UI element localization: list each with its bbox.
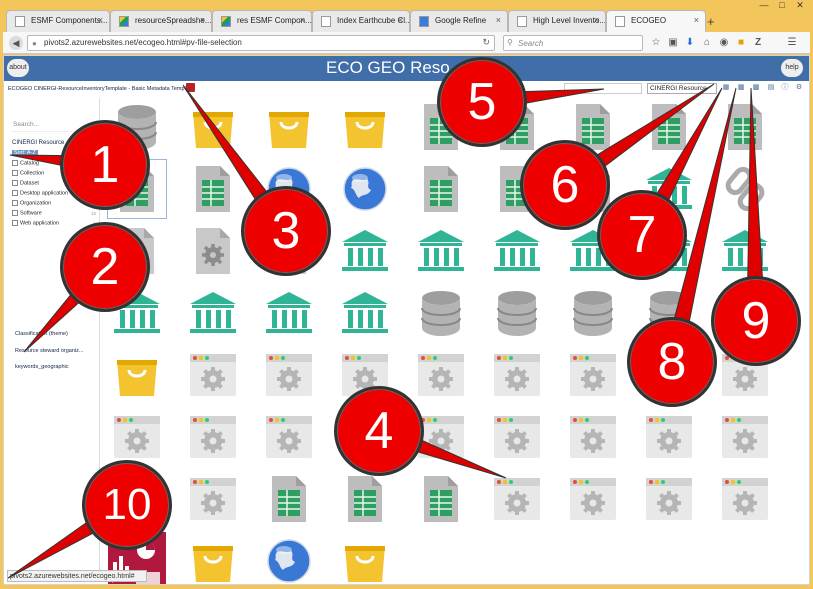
callout-1: 1 [60, 120, 150, 210]
callout-4: 4 [334, 386, 424, 476]
callout-5: 5 [437, 57, 527, 147]
callout-6: 6 [520, 140, 610, 230]
browser-window: ESMF Components... × resourceSpreadshe... ×… [0, 0, 813, 589]
callout-9: 9 [711, 276, 801, 366]
callout-7: 7 [597, 190, 687, 280]
callout-3: 3 [241, 186, 331, 276]
callout-2: 2 [60, 222, 150, 312]
callout-10: 10 [82, 460, 172, 550]
callout-8: 8 [627, 317, 717, 407]
